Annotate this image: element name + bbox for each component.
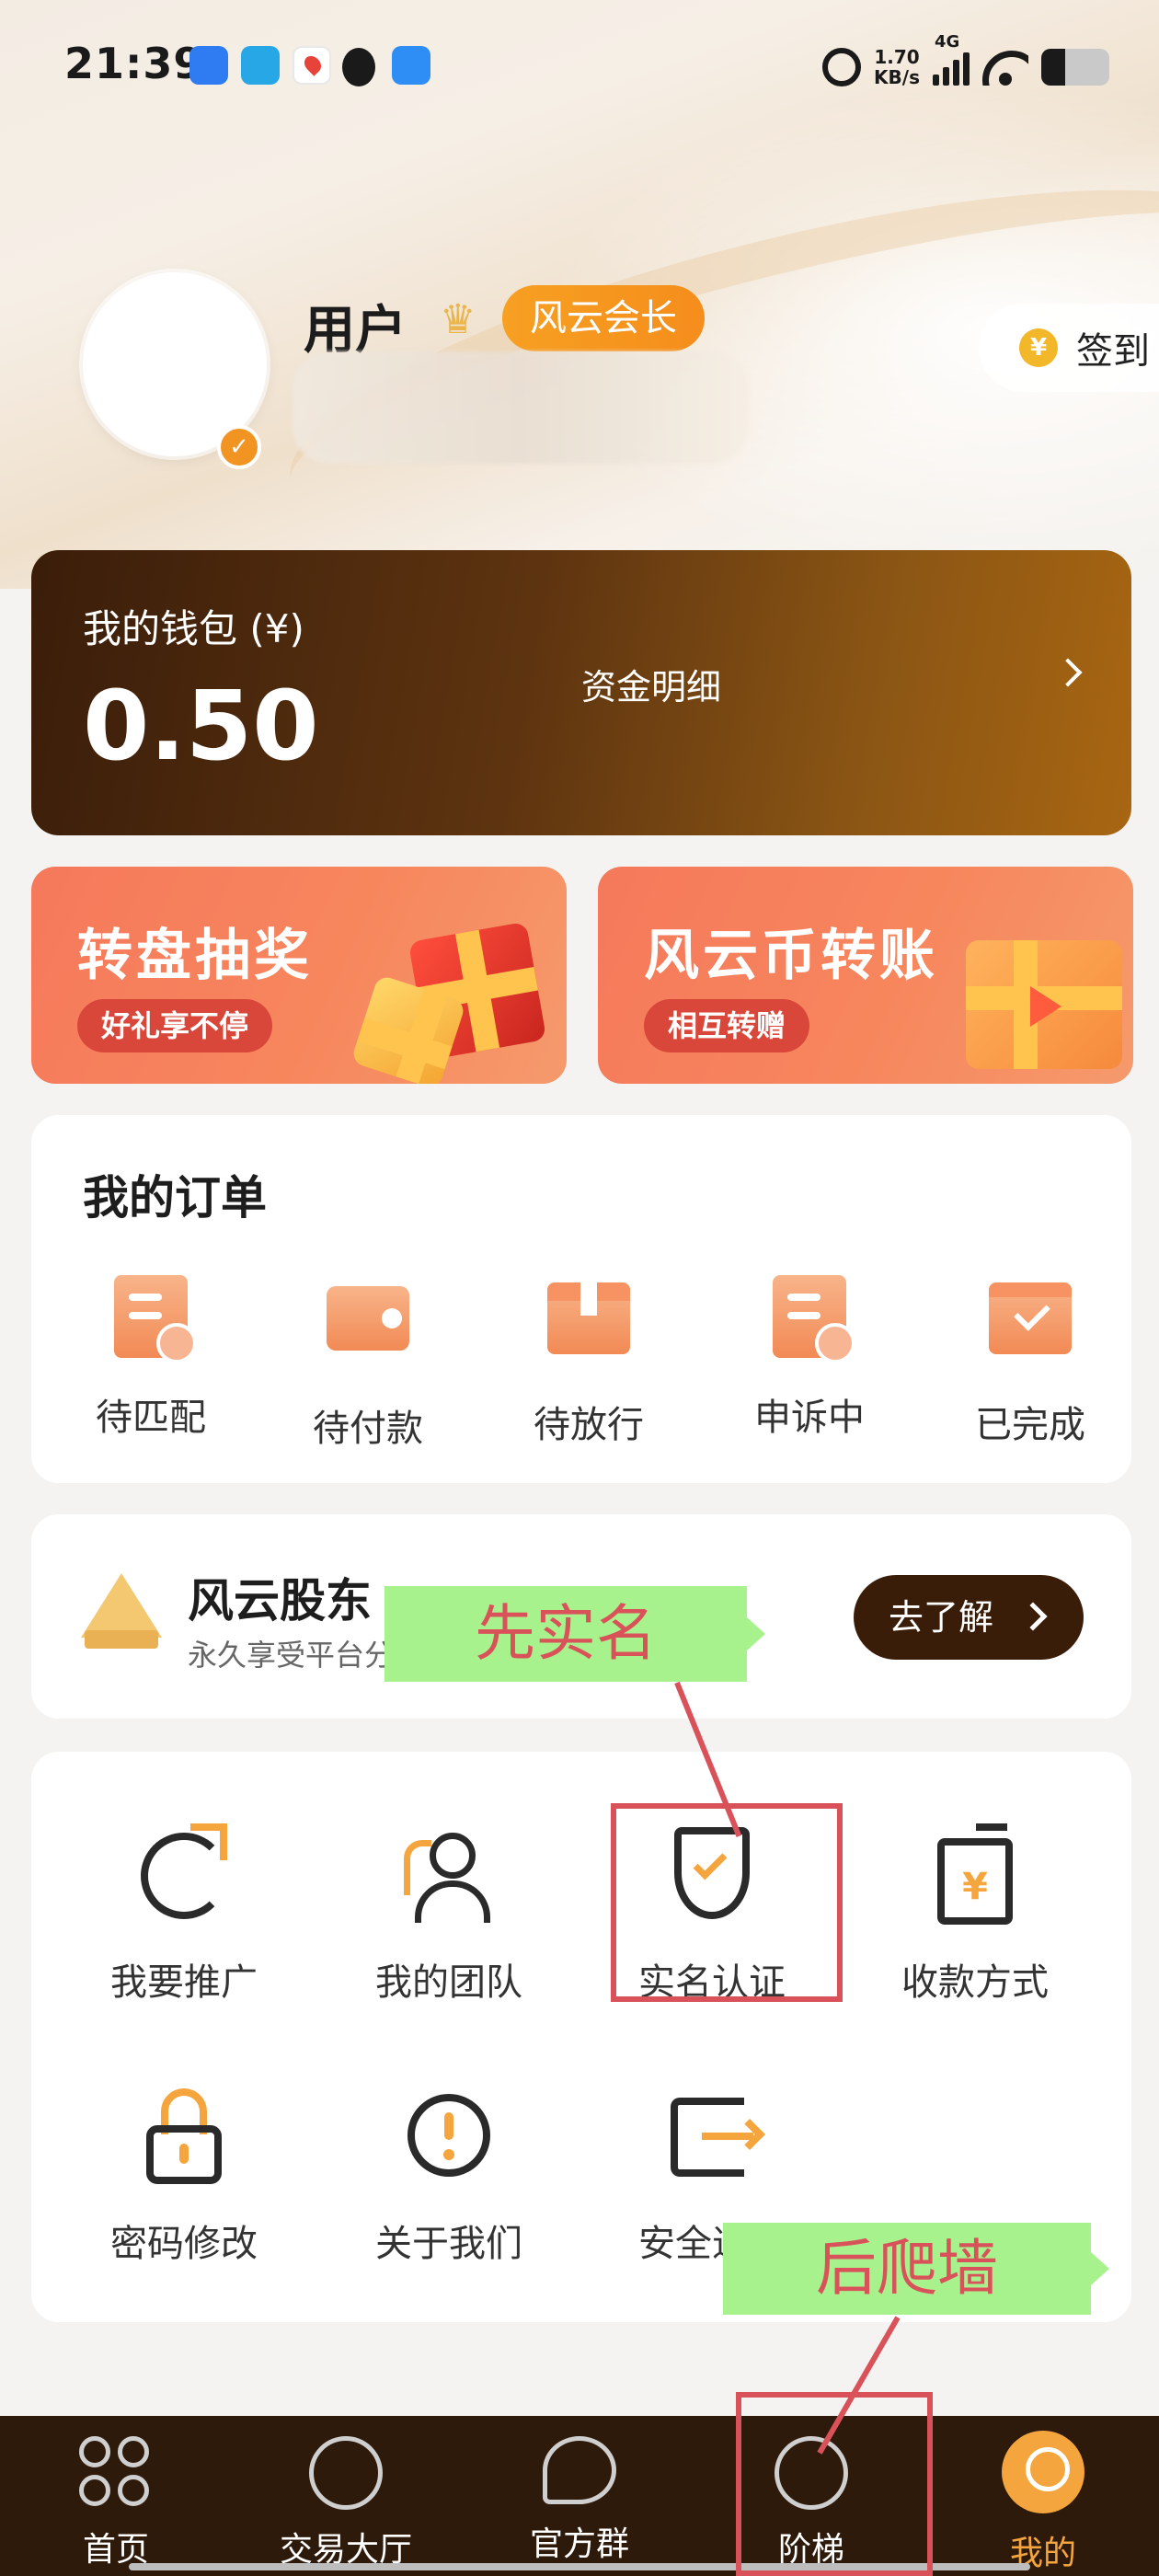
promo-title: 风云币转账: [644, 924, 938, 988]
status-bar: 21:39 1.70 KB/s 4G: [0, 0, 1159, 138]
shareholder-title: 风云股东: [188, 1574, 372, 1627]
coin-icon: ¥: [1019, 328, 1058, 367]
tool-promote[interactable]: 我要推广: [74, 1823, 294, 2006]
signal-bars-icon: [933, 49, 970, 86]
nav-me[interactable]: 我的: [951, 2431, 1135, 2574]
tool-change-password[interactable]: 密码修改: [74, 2085, 294, 2267]
network-speed-value: 1.70: [874, 46, 920, 68]
checkin-label: 签到: [1076, 330, 1150, 373]
alarm-icon: [822, 48, 862, 86]
tool-label: 我要推广: [110, 1961, 258, 2004]
tool-team[interactable]: 我的团队: [339, 1823, 559, 2006]
promo-title: 转盘抽奖: [77, 924, 313, 988]
learn-more-button[interactable]: 去了解: [854, 1575, 1084, 1660]
logout-icon: [661, 2085, 765, 2186]
play-icon: [1030, 986, 1061, 1027]
nav-official-group[interactable]: 官方群: [488, 2436, 671, 2565]
annotation-highlight-ladder: [736, 2392, 933, 2576]
order-appeal[interactable]: 申诉中: [717, 1275, 901, 1441]
pending-payment-icon: [327, 1286, 409, 1351]
qq-icon: [342, 48, 375, 86]
network-speed-unit: KB/s: [874, 66, 920, 88]
tool-label: 收款方式: [901, 1961, 1049, 2004]
network-type: 4G: [935, 32, 960, 52]
tool-payment-method[interactable]: ¥ 收款方式: [865, 1823, 1085, 2006]
tool-about-us[interactable]: 关于我们: [339, 2085, 559, 2267]
shareholder-subtitle: 永久享受平台分: [188, 1638, 395, 1673]
coin-transfer-banner[interactable]: 风云币转账 相互转赠: [598, 867, 1133, 1084]
crown-icon: [81, 1573, 162, 1650]
order-completed[interactable]: 已完成: [938, 1275, 1122, 1448]
nav-trading-hall[interactable]: 交易大厅: [254, 2436, 438, 2570]
order-label: 待放行: [534, 1404, 644, 1446]
nav-label: 官方群: [529, 2525, 629, 2563]
order-label: 申诉中: [754, 1397, 865, 1439]
nav-home[interactable]: 首页: [24, 2436, 208, 2570]
bottom-nav: 首页 交易大厅 官方群 阶梯 我的: [0, 2416, 1159, 2576]
order-label: 已完成: [975, 1404, 1085, 1446]
network-speed: 1.70 KB/s: [874, 47, 920, 87]
annotation-step1: 先实名: [384, 1586, 765, 1682]
promote-icon: [133, 1823, 235, 1925]
battery-icon: [1041, 49, 1109, 86]
crown-icon: ♛: [440, 296, 476, 343]
info-icon: [398, 2085, 499, 2186]
status-time: 21:39: [64, 39, 204, 88]
chevron-right-icon[interactable]: [1053, 658, 1083, 687]
trading-hall-icon: [309, 2436, 383, 2510]
team-icon: [398, 1823, 499, 1925]
learn-more-label: 去了解: [889, 1597, 994, 1638]
wallet-title: 我的钱包 (¥): [83, 606, 304, 651]
home-icon: [79, 2436, 153, 2510]
map-icon: [293, 46, 331, 85]
order-label: 待匹配: [96, 1397, 206, 1439]
tool-label: 我的团队: [375, 1961, 522, 2004]
order-pending-release[interactable]: 待放行: [497, 1275, 681, 1448]
wallet-balance: 0.50: [83, 670, 319, 782]
tool-label: 密码修改: [110, 2223, 258, 2265]
chat-app-icon: [241, 46, 280, 85]
profile-icon: [1002, 2431, 1084, 2513]
verified-check-icon: ✓: [217, 425, 261, 469]
checkin-button[interactable]: ¥ 签到: [979, 304, 1159, 392]
battery-fill: [1041, 49, 1065, 86]
order-pending-payment[interactable]: 待付款: [276, 1275, 460, 1452]
pending-release-icon: [547, 1282, 630, 1354]
chevron-right-icon: [1018, 1602, 1048, 1631]
group-chat-icon: [543, 2436, 616, 2504]
wifi-icon: [982, 49, 1028, 86]
payment-method-icon: ¥: [924, 1823, 1026, 1925]
blurred-user-id: [293, 351, 749, 464]
tool-label: 关于我们: [375, 2223, 522, 2265]
wallet-card[interactable]: 我的钱包 (¥) 0.50 资金明细: [31, 550, 1131, 835]
lucky-wheel-banner[interactable]: 转盘抽奖 好礼享不停: [31, 867, 567, 1084]
annotation-step2: 后爬墙: [723, 2223, 1109, 2315]
completed-icon: [989, 1282, 1072, 1354]
promo-subtitle: 相互转赠: [644, 999, 810, 1052]
order-label: 待付款: [313, 1408, 423, 1450]
appeal-icon: [773, 1275, 855, 1363]
status-indicators: 1.70 KB/s 4G: [822, 32, 1109, 90]
pending-match-icon: [114, 1275, 197, 1363]
promo-subtitle: 好礼享不停: [77, 999, 273, 1052]
feishu-icon: [392, 46, 430, 85]
order-pending-match[interactable]: 待匹配: [59, 1275, 243, 1441]
lock-icon: [133, 2085, 235, 2186]
orders-card: 我的订单 待匹配 待付款 待放行 申诉中 已完成: [31, 1115, 1131, 1483]
fund-details-link[interactable]: 资金明细: [581, 659, 721, 709]
annotation-highlight-auth: [611, 1803, 843, 2002]
dingtalk-icon: [189, 46, 228, 85]
cellular-signal: 4G: [933, 32, 970, 86]
level-badge: 风云会长: [502, 285, 705, 351]
orders-title: 我的订单: [83, 1171, 267, 1225]
